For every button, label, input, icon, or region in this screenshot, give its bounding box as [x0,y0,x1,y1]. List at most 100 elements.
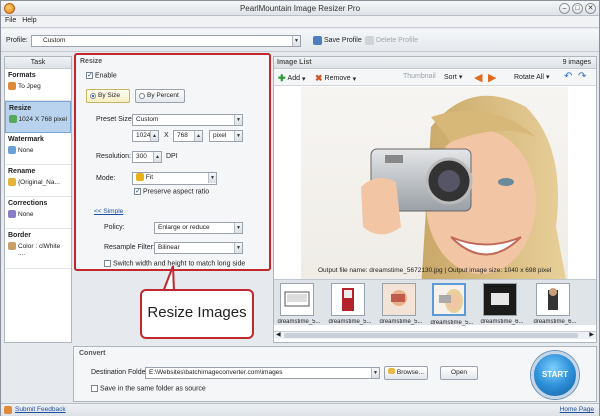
resize-panel: Resize Enable By Size By Percent Preset … [74,53,271,271]
chevron-down-icon: ▾ [352,75,357,83]
plus-icon: ✚ [278,73,286,83]
policy-select[interactable]: Enlarge or reduce ▼ [154,222,243,234]
rotate-right-icon: ↷ [578,71,587,82]
unit-select[interactable]: pixel ▼ [209,130,243,142]
thumbnail-button[interactable]: Thumbnail [403,73,436,80]
task-watermark[interactable]: Watermark None [5,133,71,165]
task-title: Corrections [8,200,48,207]
task-formats[interactable]: Formats To Jpeg [5,69,71,101]
mode-select[interactable]: Fit ▼ [132,172,217,185]
scrollbar-thumb[interactable] [284,333,578,338]
resolution-spinner[interactable]: 300 ▲ [132,151,162,163]
resolution-value: 300 [136,153,147,160]
arrow-left-icon: ◀ [474,72,483,84]
sort-button[interactable]: Sort ▾ [444,73,463,82]
chevron-down-icon: ▾ [458,74,463,81]
thumbnail-label: Thumbnail [403,73,436,80]
resize-icon [9,115,17,123]
preset-size-select[interactable]: Custom ▼ [132,114,243,126]
task-title: Border [8,232,31,239]
image-list-header: Image List 9 images [274,57,596,69]
chevron-down-icon: ▾ [302,75,306,83]
resize-header: Resize [80,58,103,65]
app-window: PearlMountain Image Resizer Pro – □ ✕ Fi… [0,0,600,416]
image-count: 9 images [562,59,591,66]
rotate-left-button[interactable]: ↶ [564,71,572,82]
move-left-button[interactable]: ◀ [474,71,482,84]
arrow-right-icon: ▶ [488,72,497,84]
task-resize[interactable]: Resize 1024 X 768 pixel [5,101,71,133]
destination-folder-input[interactable]: E:\Websites\batchimageconverter.com\imag… [145,367,380,379]
thumbnail[interactable]: dreamstime_5... [277,283,321,325]
dpi-label: DPI [166,153,178,160]
save-profile-button[interactable]: Save Profile [313,36,362,45]
size-separator: X [164,132,169,139]
profile-select[interactable]: Custom ▼ [31,35,301,47]
task-rename[interactable]: Rename {Original_Na... [5,165,71,197]
mode-label: Mode: [96,175,116,182]
start-button[interactable]: START [531,351,579,399]
browse-button[interactable]: Browse... [384,366,428,380]
thumb-image [434,285,464,314]
thumbnail[interactable]: dreamstime_6... [533,283,577,325]
minimize-button[interactable]: – [559,3,570,14]
jpeg-icon [8,82,16,90]
thumbnail-strip: dreamstime_5... dreamstime_5... dreamsti… [274,279,596,326]
thumbnail[interactable]: dreamstime_5... [328,283,372,325]
rotate-right-button[interactable]: ↷ [578,71,586,82]
remove-button[interactable]: ✖ Remove ▾ [315,73,356,84]
delete-profile-button[interactable]: Delete Profile [365,36,418,45]
chevron-down-icon: ▼ [292,36,300,46]
task-border[interactable]: Border Color : clWhite .... [5,229,71,269]
home-page-link[interactable]: Home Page [560,406,594,413]
resample-filter-select[interactable]: Bilinear ▼ [154,242,243,254]
simple-link[interactable]: << Simple [94,208,123,215]
task-corrections[interactable]: Corrections None [5,197,71,229]
task-header: Task [5,57,71,69]
by-size-radio[interactable]: By Size [86,89,130,103]
menu-file[interactable]: File [5,17,16,24]
thumbnail-scrollbar[interactable]: ◀ ▶ [274,331,596,339]
folder-icon [388,368,396,374]
close-button[interactable]: ✕ [585,3,596,14]
radio-icon [90,93,96,99]
thumbnail[interactable]: dreamstime_6... [480,283,524,325]
submit-feedback-link[interactable]: Submit Feedback [15,406,66,413]
thumbnail-selected[interactable]: dreamstime_5... [430,283,474,326]
same-folder-label: Save in the same folder as source [99,385,206,393]
menu-help[interactable]: Help [22,17,36,24]
delete-icon [365,36,374,45]
add-button[interactable]: ✚ Add ▾ [278,73,306,84]
thumbnail[interactable]: dreamstime_5... [379,283,423,325]
open-button[interactable]: Open [440,366,478,380]
thumbnail-caption: dreamstime_6... [533,319,577,325]
width-spinner[interactable]: 1024 ▲ [132,130,159,142]
task-panel: Task Formats To Jpeg Resize 1024 X 768 p… [4,56,72,343]
title-bar: PearlMountain Image Resizer Pro – □ ✕ [1,1,599,16]
by-percent-radio[interactable]: By Percent [135,89,185,103]
rotate-all-button[interactable]: Rotate All ▾ [514,73,549,82]
preview-photo [361,95,568,290]
enable-checkbox[interactable]: Enable [86,71,117,79]
same-folder-checkbox[interactable]: Save in the same folder as source [91,385,206,392]
preserve-aspect-checkbox[interactable]: Preserve aspect ratio [134,187,209,195]
profile-label: Profile: [6,37,28,44]
task-value: To Jpeg [18,82,41,90]
task-value: Color : clWhite [18,242,61,250]
spinner-icon: ▲ [153,152,161,162]
task-value-2: .... [18,250,26,257]
maximize-button[interactable]: □ [572,3,583,14]
convert-header: Convert [79,350,106,357]
mode-value: Fit [145,174,154,181]
scroll-right-icon[interactable]: ▶ [589,331,594,338]
output-info: Output file name: dreamstime_5672130.jpg… [318,267,552,274]
scroll-left-icon[interactable]: ◀ [276,331,281,338]
spinner-icon: ▲ [150,131,158,141]
remove-icon: ✖ [315,73,323,83]
height-spinner[interactable]: 768 ▲ [173,130,203,142]
width-value: 1024 [136,132,151,139]
policy-label: Policy: [104,224,125,231]
destination-label: Destination Folder: [91,369,150,376]
move-right-button[interactable]: ▶ [488,71,496,84]
convert-panel: Convert Destination Folder: E:\Websites\… [73,346,597,402]
